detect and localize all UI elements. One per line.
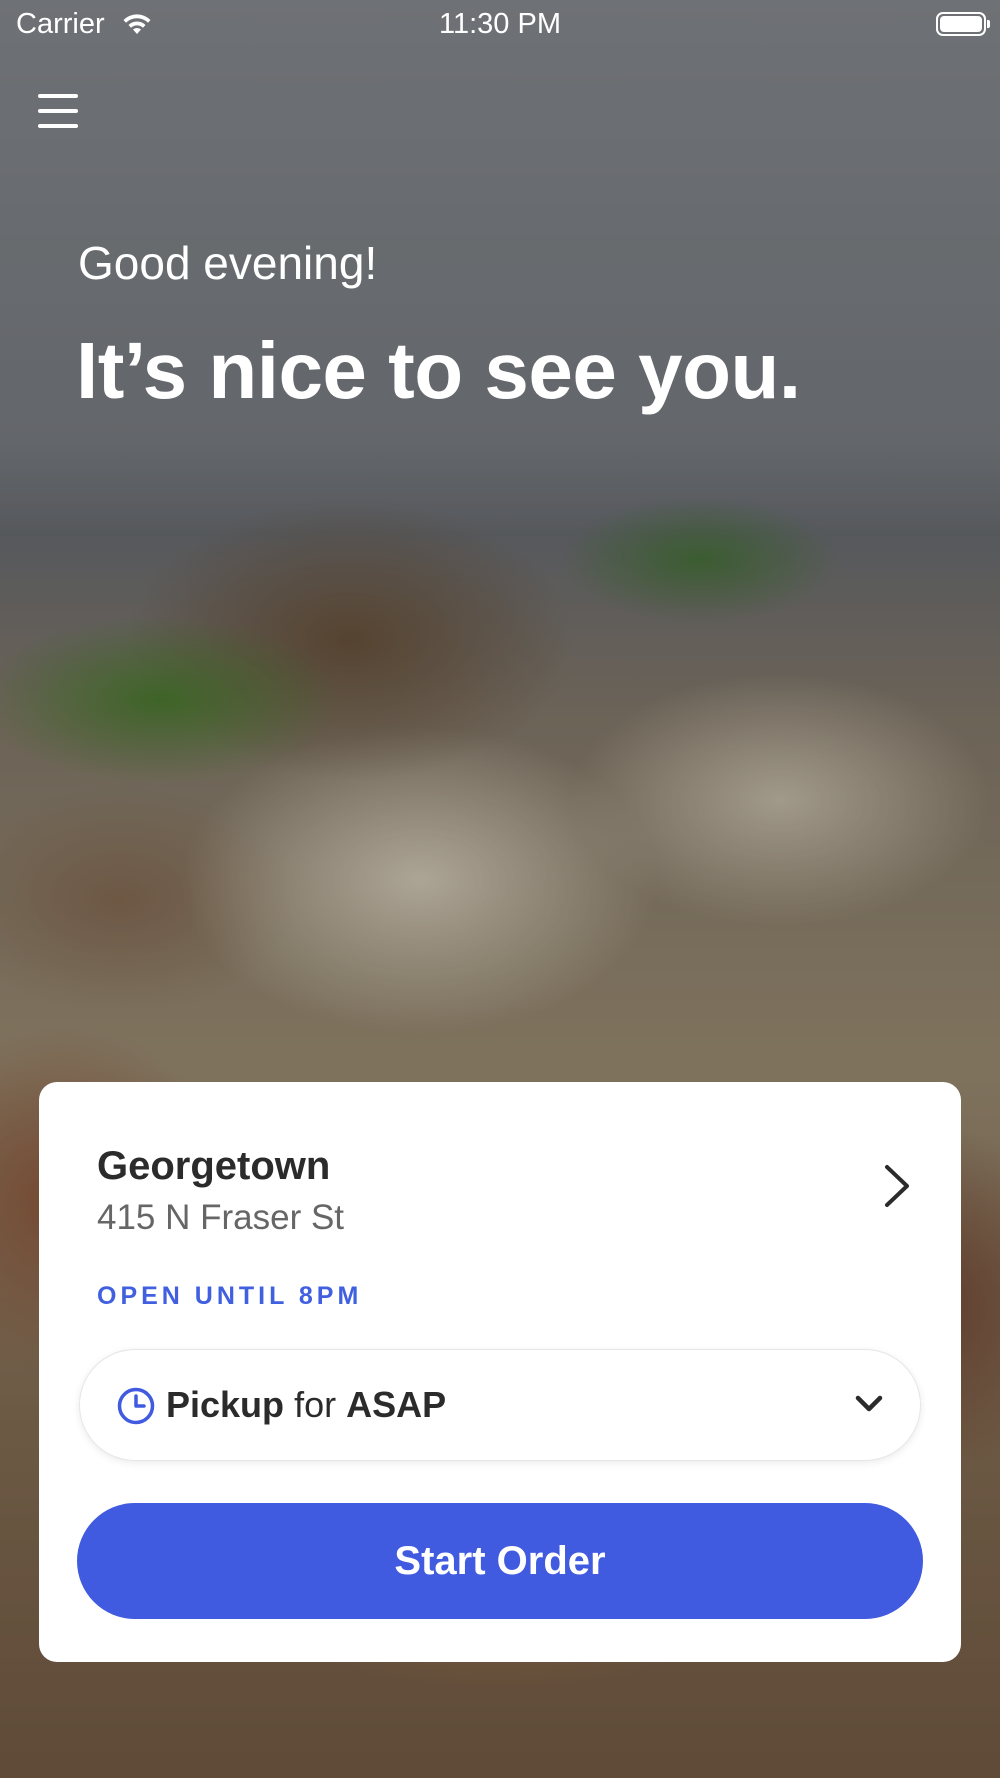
order-mode-text: Pickup for ASAP: [166, 1384, 446, 1426]
chevron-down-icon: [854, 1394, 884, 1419]
order-mode-time: ASAP: [346, 1384, 447, 1425]
clock-icon: [117, 1387, 155, 1430]
chevron-right-icon[interactable]: [883, 1164, 911, 1213]
battery-icon: [936, 12, 990, 36]
greeting-text: Good evening!: [78, 237, 378, 289]
status-bar: Carrier 11:30 PM: [0, 0, 1000, 50]
start-order-button[interactable]: Start Order: [77, 1503, 923, 1619]
location-card: Georgetown 415 N Fraser St OPEN UNTIL 8P…: [39, 1082, 961, 1662]
order-mode-connector: for: [294, 1384, 337, 1425]
hamburger-menu-icon[interactable]: [38, 94, 78, 130]
clock-time: 11:30 PM: [439, 8, 561, 40]
welcome-headline: It’s nice to see you.: [76, 326, 801, 415]
store-hours-label: OPEN UNTIL 8PM: [97, 1282, 363, 1310]
order-mode-type: Pickup: [166, 1384, 285, 1425]
location-address: 415 N Fraser St: [97, 1198, 345, 1237]
location-name: Georgetown: [97, 1144, 331, 1188]
order-mode-dropdown[interactable]: Pickup for ASAP: [79, 1349, 921, 1461]
